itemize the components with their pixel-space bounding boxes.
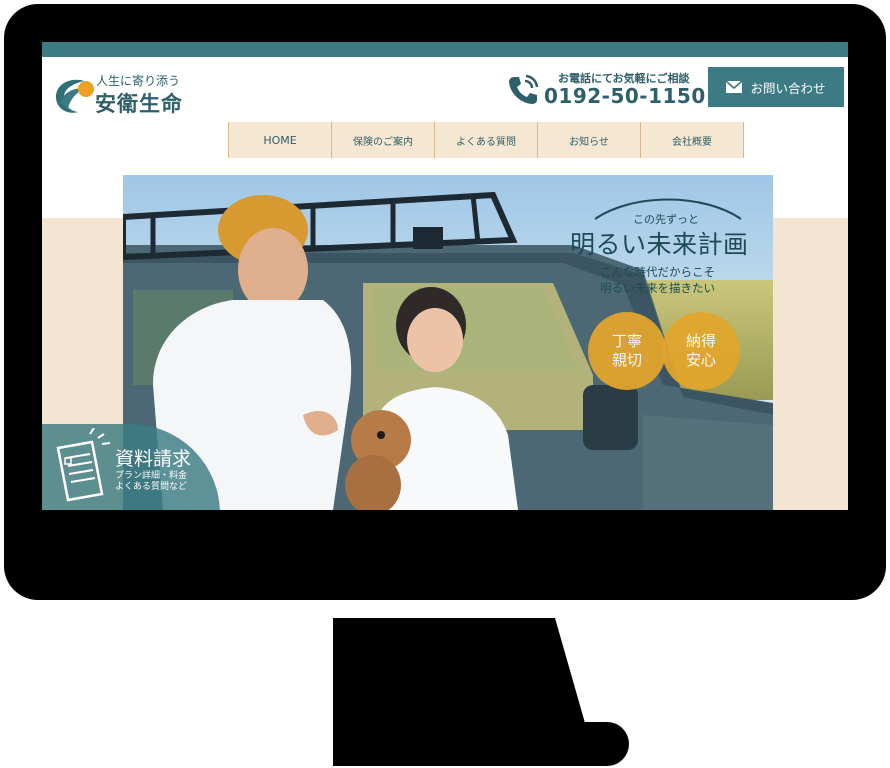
document-icon xyxy=(56,428,111,502)
document-request-title: 資料請求 xyxy=(115,448,192,470)
hero-subtitle-line2: 明るい未来を描きたい xyxy=(600,281,715,295)
hero-subtitle-line1: こんな時代だからこそ xyxy=(600,265,715,279)
nav-item-faq[interactable]: よくある質問 xyxy=(435,122,538,158)
badge-satisfaction: 納得 安心 xyxy=(662,312,740,390)
phone-icon xyxy=(509,74,539,104)
hero-section: この先ずっと 明るい未来計画 こんな時代だからこそ 明るい未来を描きたい 丁寧 … xyxy=(123,175,773,510)
phone-number[interactable]: 0192-50-1150 xyxy=(544,84,706,108)
logo-tagline: 人生に寄り添う xyxy=(96,74,181,88)
top-accent-bar xyxy=(42,42,848,57)
badge-satisfaction-line1: 納得 xyxy=(685,332,716,350)
document-request-line2: よくある質問など xyxy=(115,482,188,492)
nav-item-company[interactable]: 会社概要 xyxy=(641,122,744,158)
nav-item-insurance[interactable]: 保険のご案内 xyxy=(332,122,435,158)
logo-company-name: 安衛生命 xyxy=(95,92,183,116)
hero-title: 明るい未来計画 xyxy=(570,230,749,259)
logo-mark xyxy=(56,79,94,113)
contact-button-label: お問い合わせ xyxy=(750,80,826,96)
badge-polite-line2: 親切 xyxy=(611,351,642,369)
badge-polite: 丁寧 親切 xyxy=(588,312,666,390)
document-request-button[interactable]: 資料請求 プラン詳細・料金 よくある質問など xyxy=(42,424,220,510)
badge-satisfaction-line2: 安心 xyxy=(685,351,716,369)
contact-button[interactable]: お問い合わせ xyxy=(708,67,844,107)
site-logo[interactable]: 人生に寄り添う 安衛生命 xyxy=(54,73,204,121)
main-nav: HOME 保険のご案内 よくある質問 お知らせ 会社概要 xyxy=(228,122,744,158)
nav-item-news[interactable]: お知らせ xyxy=(538,122,641,158)
website-screen: 人生に寄り添う 安衛生命 お電話にてお気軽にご相談 0192-50-1150 お… xyxy=(42,42,848,510)
phone-contact[interactable]: お電話にてお気軽にご相談 0192-50-1150 xyxy=(506,69,706,114)
nav-item-home[interactable]: HOME xyxy=(229,122,332,158)
envelope-icon xyxy=(726,81,743,93)
document-request-line1: プラン詳細・料金 xyxy=(115,471,188,481)
badge-polite-line1: 丁寧 xyxy=(611,332,642,350)
